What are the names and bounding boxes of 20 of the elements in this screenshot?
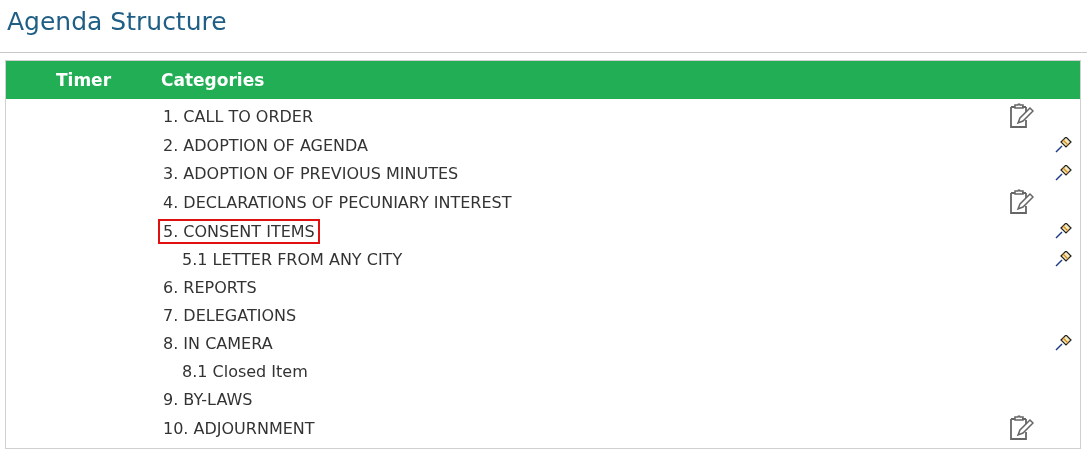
gavel-icon[interactable] (1055, 223, 1072, 239)
column-header: Timer (55, 70, 112, 90)
gavel-icon[interactable] (1055, 137, 1072, 153)
agenda-item[interactable]: 6. REPORTS (158, 274, 262, 300)
agenda-item[interactable]: 3. ADOPTION OF PREVIOUS MINUTES (158, 160, 464, 186)
agenda-item[interactable]: 4. DECLARATIONS OF PECUNIARY INTEREST (158, 189, 517, 215)
gavel-icon[interactable] (1055, 165, 1072, 181)
gavel-icon[interactable] (1055, 251, 1072, 267)
page-title: Agenda Structure (7, 6, 227, 38)
agenda-item[interactable]: 5. CONSENT ITEMS (158, 218, 320, 244)
agenda-item[interactable]: 9. BY-LAWS (158, 386, 258, 412)
gavel-icon[interactable] (1055, 335, 1072, 351)
agenda-item[interactable]: 7. DELEGATIONS (158, 302, 302, 328)
agenda-item[interactable]: 5.1 LETTER FROM ANY CITY (177, 246, 408, 272)
column-header: Categories (161, 70, 265, 90)
agenda-item[interactable]: 8. IN CAMERA (158, 330, 278, 356)
agenda-item[interactable]: 2. ADOPTION OF AGENDA (158, 132, 373, 158)
agenda-item[interactable]: 1. CALL TO ORDER (158, 103, 319, 129)
agenda-item[interactable]: 8.1 Closed Item (177, 358, 313, 384)
agenda-item[interactable]: 10. ADJOURNMENT (158, 415, 320, 441)
